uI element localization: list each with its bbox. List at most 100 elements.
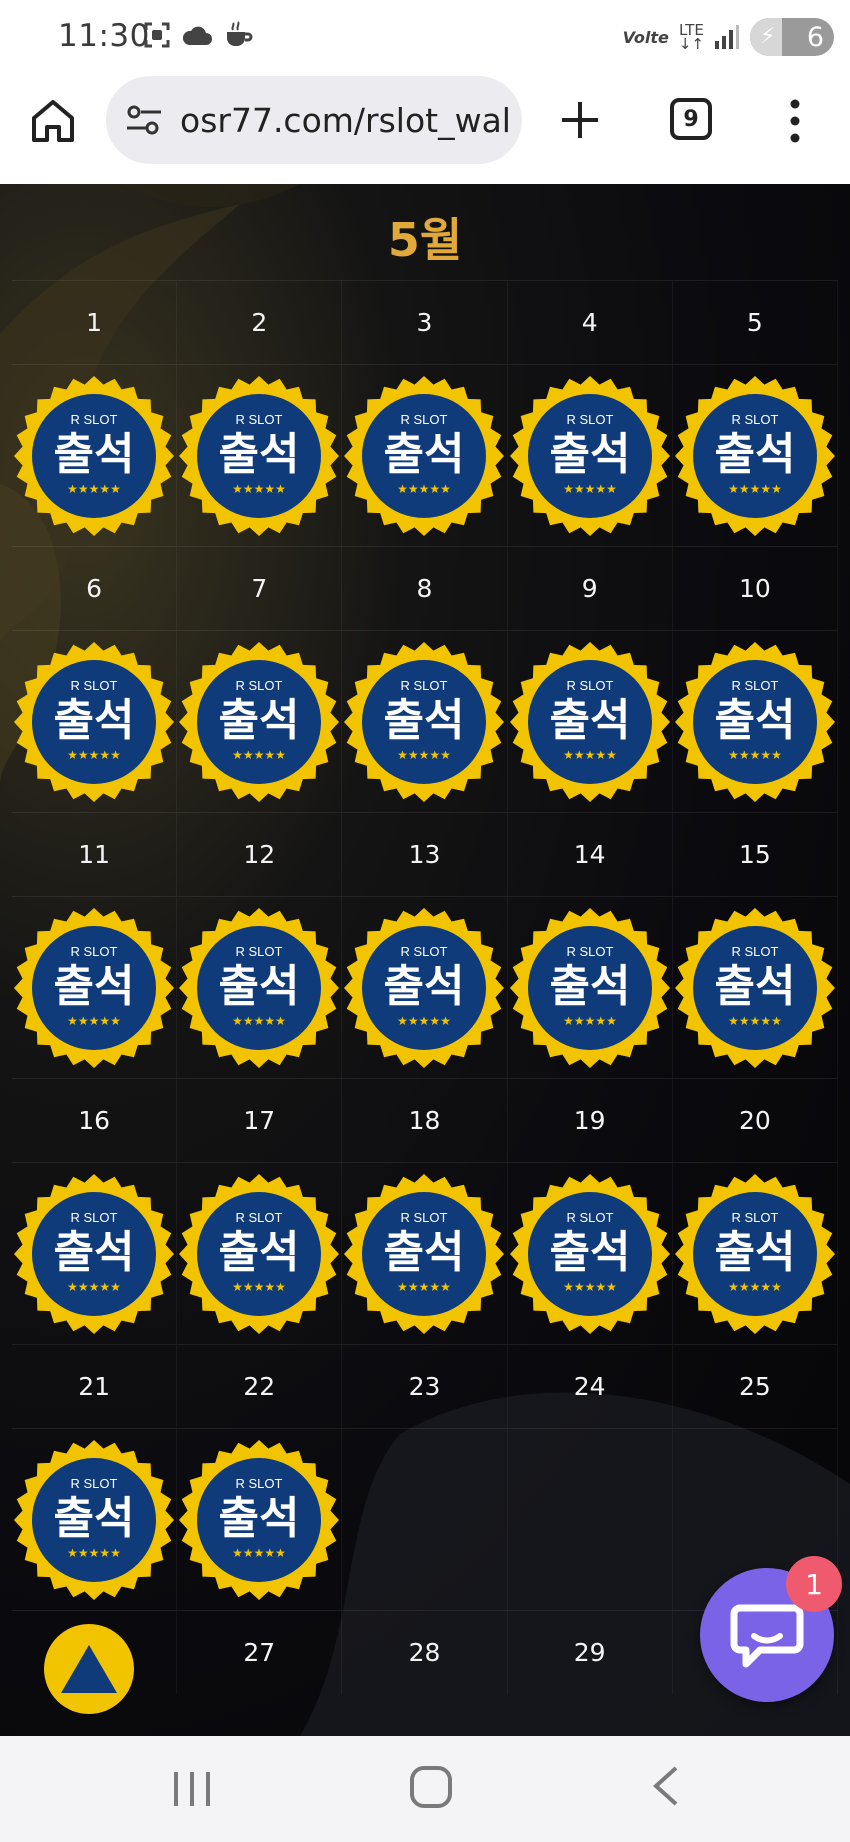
stamp-label: 출석 [54, 961, 135, 1012]
chat-unread-badge: 1 [786, 1556, 842, 1612]
stamp-label: 출석 [54, 1493, 135, 1544]
calendar-stamp-row: R SLOT 출석 ★★★★★ R SLOT 출석 ★★★★★ R SLOT 출석 ★★★★★ R… [12, 1162, 838, 1344]
calendar-stamp-cell: R SLOT 출석 ★★★★★ [342, 365, 508, 546]
calendar-day-cell: 1 [12, 281, 178, 364]
calendar-day-cell: 21 [12, 1345, 178, 1428]
calendar-day-cell: 10 [673, 547, 838, 630]
calendar-day-cell: 3 [342, 281, 508, 364]
stamp-brand: R SLOT [236, 1476, 283, 1491]
day-number: 3 [416, 308, 433, 337]
day-number: 4 [581, 308, 598, 337]
stamp-stars: ★★★★★ [67, 1546, 121, 1560]
browser-toolbar: osr77.com/rslot_walle 9 [0, 76, 850, 184]
stamp-stars: ★★★★★ [232, 482, 286, 496]
attendance-stamp: R SLOT 출석 ★★★★★ [509, 907, 670, 1068]
calendar-stamp-cell: R SLOT 출석 ★★★★★ [673, 631, 838, 812]
calendar-stamp-cell: R SLOT 출석 ★★★★★ [12, 631, 178, 812]
stamp-stars: ★★★★★ [67, 482, 121, 496]
calendar-stamp-cell: R SLOT 출석 ★★★★★ [342, 897, 508, 1078]
stamp-stars: ★★★★★ [728, 1014, 782, 1028]
calendar-stamp-cell: R SLOT 출석 ★★★★★ [177, 631, 343, 812]
attendance-stamp: R SLOT 출석 ★★★★★ [344, 1173, 505, 1334]
day-number: 16 [78, 1106, 110, 1135]
calendar-day-cell: 19 [508, 1079, 673, 1162]
calendar-day-cell: 7 [177, 547, 343, 630]
calendar-stamp-cell: R SLOT 출석 ★★★★★ [12, 365, 178, 546]
calendar-day-cell: 25 [673, 1345, 838, 1428]
calendar-stamp-cell: R SLOT 출석 ★★★★★ [673, 897, 838, 1078]
calendar-stamp-row: R SLOT 출석 ★★★★★ R SLOT 출석 ★★★★★ R SLOT 출석 ★★★★★ R… [12, 896, 838, 1078]
calendar-day-cell: 2 [177, 281, 343, 364]
recent-apps-icon[interactable] [172, 1770, 212, 1808]
stamp-label: 출석 [219, 429, 300, 480]
calendar-day-cell: 13 [342, 813, 508, 896]
stamp-label: 출석 [549, 429, 630, 480]
stamp-brand: R SLOT [731, 412, 778, 427]
day-number: 29 [573, 1638, 606, 1667]
signal-icon [715, 25, 739, 49]
calendar-stamp-cell: R SLOT 출석 ★★★★★ [12, 897, 178, 1078]
home-icon[interactable] [28, 96, 78, 146]
stamp-stars: ★★★★★ [67, 748, 121, 762]
stamp-stars: ★★★★★ [398, 1014, 452, 1028]
calendar-stamp-row: R SLOT 출석 ★★★★★ R SLOT 출석 ★★★★★ R SLOT 출석 ★★★★★ R… [12, 630, 838, 812]
lte-label: LTE [678, 21, 704, 39]
calendar-day-number-row: 1 2 3 4 5 [12, 280, 838, 364]
stamp-label: 출석 [219, 695, 300, 746]
calendar-stamp-cell: R SLOT 출석 ★★★★★ [12, 1163, 178, 1344]
day-number: 27 [243, 1638, 276, 1667]
attendance-stamp: R SLOT 출석 ★★★★★ [179, 907, 340, 1068]
address-bar[interactable]: osr77.com/rslot_walle [106, 76, 522, 164]
calendar-stamp-cell: R SLOT 출석 ★★★★★ [673, 1163, 838, 1344]
calendar-day-cell: 5 [673, 281, 838, 364]
calendar-stamp-cell: R SLOT 출석 ★★★★★ [508, 365, 673, 546]
day-number: 9 [581, 574, 598, 603]
attendance-stamp: R SLOT 출석 ★★★★★ [674, 907, 835, 1068]
new-tab-icon[interactable] [556, 96, 604, 144]
calendar-stamp-cell: R SLOT 출석 ★★★★★ [177, 365, 343, 546]
day-number: 7 [251, 574, 268, 603]
lte-indicator: LTE ↓↑ [678, 21, 704, 53]
scroll-to-top-button[interactable] [44, 1624, 134, 1714]
back-icon[interactable] [650, 1764, 680, 1808]
stamp-brand: R SLOT [731, 1210, 778, 1225]
calendar-stamp-cell [342, 1429, 508, 1610]
status-icons-left [143, 20, 253, 50]
screenshot-icon [144, 22, 170, 48]
site-settings-icon[interactable] [124, 100, 164, 140]
stamp-label: 출석 [549, 695, 630, 746]
more-menu-icon[interactable] [780, 96, 810, 146]
stamp-label: 출석 [714, 429, 795, 480]
day-number: 23 [408, 1372, 441, 1401]
stamp-label: 출석 [384, 695, 465, 746]
calendar-stamp-cell: R SLOT 출석 ★★★★★ [508, 1163, 673, 1344]
stamp-brand: R SLOT [236, 1210, 283, 1225]
day-number: 11 [78, 840, 110, 869]
calendar-stamp-cell [508, 1429, 673, 1610]
url-text[interactable]: osr77.com/rslot_walle [180, 101, 510, 140]
tab-switcher-button[interactable]: 9 [670, 98, 712, 140]
attendance-calendar: 12345R SLOT 출석 ★★★★★ R SLOT 출석 ★★★★★ R SLOT 출석 ★… [12, 280, 838, 1694]
day-number: 13 [408, 840, 441, 869]
stamp-label: 출석 [714, 961, 795, 1012]
calendar-stamp-cell: R SLOT 출석 ★★★★★ [177, 1163, 343, 1344]
attendance-stamp: R SLOT 출석 ★★★★★ [509, 375, 670, 536]
calendar-day-cell: 11 [12, 813, 178, 896]
stamp-brand: R SLOT [71, 1210, 118, 1225]
attendance-stamp: R SLOT 출석 ★★★★★ [14, 907, 175, 1068]
calendar-day-cell: 8 [342, 547, 508, 630]
month-title: 5월 [387, 213, 463, 267]
stamp-label: 출석 [549, 1227, 630, 1278]
calendar-day-cell: 29 [508, 1611, 673, 1694]
stamp-stars: ★★★★★ [232, 1280, 286, 1294]
stamp-stars: ★★★★★ [232, 748, 286, 762]
attendance-stamp: R SLOT 출석 ★★★★★ [14, 375, 175, 536]
home-nav-icon[interactable] [410, 1766, 452, 1808]
stamp-brand: R SLOT [236, 412, 283, 427]
calendar-stamp-cell: R SLOT 출석 ★★★★★ [508, 631, 673, 812]
stamp-brand: R SLOT [71, 412, 118, 427]
stamp-stars: ★★★★★ [563, 1014, 617, 1028]
day-number: 14 [573, 840, 606, 869]
system-nav-bar [0, 1736, 850, 1842]
charging-bolt-icon: ⚡ [760, 24, 776, 49]
